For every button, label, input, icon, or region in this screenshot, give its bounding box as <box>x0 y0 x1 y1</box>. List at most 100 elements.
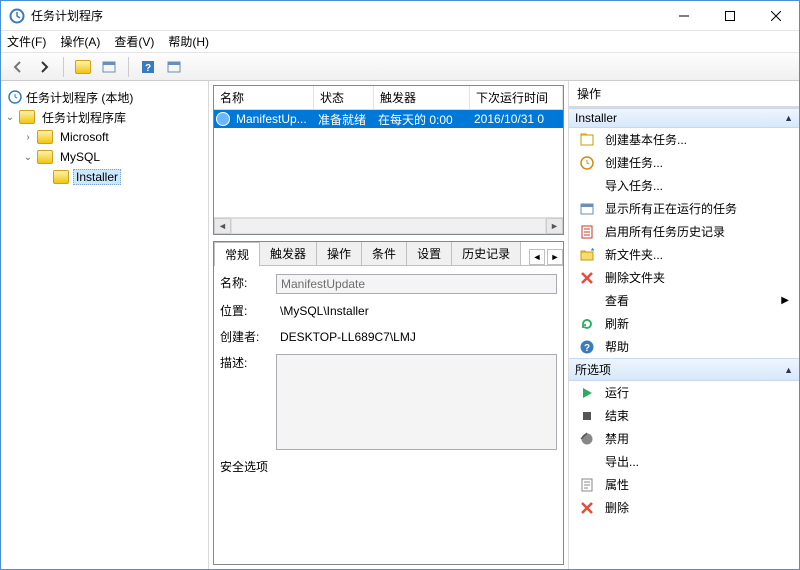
expand-icon[interactable]: › <box>21 132 35 143</box>
action-new-folder[interactable]: * 新文件夹... <box>569 243 799 266</box>
toolbar: ? <box>1 53 799 81</box>
tab-action[interactable]: 操作 <box>316 241 362 265</box>
task-icon <box>216 112 230 126</box>
tab-bar: 常规 触发器 操作 条件 设置 历史记录 ◄ ► <box>214 242 563 266</box>
col-trigger[interactable]: 触发器 <box>374 86 470 109</box>
section-installer[interactable]: Installer ▲ <box>569 108 799 128</box>
action-run[interactable]: 运行 <box>569 381 799 404</box>
location-label: 位置: <box>220 302 276 319</box>
action-disable[interactable]: 禁用 <box>569 427 799 450</box>
tab-cond[interactable]: 条件 <box>361 241 407 265</box>
task-icon <box>579 155 595 171</box>
running-icon <box>579 201 595 217</box>
tree-microsoft[interactable]: › Microsoft <box>3 127 206 147</box>
location-value: \MySQL\Installer <box>276 302 557 320</box>
tab-scroll-right-icon[interactable]: ► <box>547 249 563 265</box>
delete-icon <box>579 500 595 516</box>
col-name[interactable]: 名称 <box>214 86 314 109</box>
toolbar-separator <box>63 57 64 77</box>
play-icon <box>579 385 595 401</box>
creator-label: 创建者: <box>220 328 276 345</box>
desc-field[interactable] <box>276 354 557 450</box>
svg-text:?: ? <box>584 343 590 354</box>
name-field[interactable]: ManifestUpdate <box>276 274 557 294</box>
menu-view[interactable]: 查看(V) <box>114 33 154 50</box>
back-button[interactable] <box>7 56 29 78</box>
action-delete-folder[interactable]: 删除文件夹 <box>569 266 799 289</box>
scroll-left-icon[interactable]: ◄ <box>214 218 231 234</box>
tool-panel2-icon[interactable] <box>163 56 185 78</box>
collapse-icon[interactable]: ⌄ <box>21 152 35 163</box>
folder-icon <box>37 130 53 144</box>
clock-icon <box>7 89 23 105</box>
folder-icon <box>37 150 53 164</box>
tree-root[interactable]: 任务计划程序 (本地) <box>3 87 206 107</box>
task-row[interactable]: ManifestUp... 准备就绪 在每天的 0:00 2016/10/31 … <box>214 110 563 128</box>
action-create-basic[interactable]: 创建基本任务... <box>569 128 799 151</box>
task-list: 名称 状态 触发器 下次运行时间 ManifestUp... 准备就绪 在每天的… <box>213 85 564 235</box>
tool-panel-icon[interactable] <box>98 56 120 78</box>
action-import[interactable]: 导入任务... <box>569 174 799 197</box>
props-icon <box>579 477 595 493</box>
menu-action[interactable]: 操作(A) <box>60 33 100 50</box>
folder-new-icon: * <box>579 247 595 263</box>
name-label: 名称: <box>220 274 276 291</box>
action-help[interactable]: ? 帮助 <box>569 335 799 358</box>
folder-icon <box>53 170 69 184</box>
tool-folder-icon[interactable] <box>72 56 94 78</box>
action-create[interactable]: 创建任务... <box>569 151 799 174</box>
submenu-arrow-icon: ▶ <box>781 295 789 306</box>
horizontal-scrollbar[interactable]: ◄ ► <box>214 217 563 234</box>
app-icon <box>9 8 25 24</box>
center-pane: 名称 状态 触发器 下次运行时间 ManifestUp... 准备就绪 在每天的… <box>209 81 569 569</box>
action-refresh[interactable]: 刷新 <box>569 312 799 335</box>
tab-setting[interactable]: 设置 <box>406 241 452 265</box>
disable-icon <box>579 431 595 447</box>
window-title: 任务计划程序 <box>31 7 661 24</box>
close-button[interactable] <box>753 1 799 31</box>
collapse-section-icon[interactable]: ▲ <box>784 113 793 123</box>
help-icon: ? <box>579 339 595 355</box>
creator-value: DESKTOP-LL689C7\LMJ <box>276 328 557 346</box>
collapse-icon[interactable]: ⌄ <box>3 112 17 123</box>
action-delete[interactable]: 删除 <box>569 496 799 519</box>
scroll-right-icon[interactable]: ► <box>546 218 563 234</box>
folder-icon <box>19 110 35 124</box>
desc-label: 描述: <box>220 354 276 371</box>
history-icon <box>579 224 595 240</box>
col-next[interactable]: 下次运行时间 <box>470 86 563 109</box>
detail-body: 名称: ManifestUpdate 位置: \MySQL\Installer … <box>214 266 563 564</box>
menu-help[interactable]: 帮助(H) <box>168 33 209 50</box>
security-options-label: 安全选项 <box>220 458 557 475</box>
collapse-section-icon[interactable]: ▲ <box>784 365 793 375</box>
forward-button[interactable] <box>33 56 55 78</box>
tab-general[interactable]: 常规 <box>214 242 260 266</box>
refresh-icon <box>579 316 595 332</box>
tab-history[interactable]: 历史记录 <box>451 241 521 265</box>
action-view[interactable]: 查看 ▶ <box>569 289 799 312</box>
tree-library[interactable]: ⌄ 任务计划程序库 <box>3 107 206 127</box>
svg-text:?: ? <box>145 63 151 74</box>
export-icon <box>579 454 595 470</box>
menu-file[interactable]: 文件(F) <box>7 33 46 50</box>
action-end[interactable]: 结束 <box>569 404 799 427</box>
tab-scroll-left-icon[interactable]: ◄ <box>529 249 545 265</box>
action-show-running[interactable]: 显示所有正在运行的任务 <box>569 197 799 220</box>
list-header: 名称 状态 触发器 下次运行时间 <box>214 86 563 110</box>
svg-text:*: * <box>591 247 595 256</box>
action-props[interactable]: 属性 <box>569 473 799 496</box>
col-status[interactable]: 状态 <box>314 86 374 109</box>
tree-installer[interactable]: Installer <box>3 167 206 187</box>
action-enable-history[interactable]: 启用所有任务历史记录 <box>569 220 799 243</box>
menubar: 文件(F) 操作(A) 查看(V) 帮助(H) <box>1 31 799 53</box>
maximize-button[interactable] <box>707 1 753 31</box>
actions-title: 操作 <box>569 81 799 107</box>
view-icon <box>579 293 595 309</box>
minimize-button[interactable] <box>661 1 707 31</box>
tool-help-icon[interactable]: ? <box>137 56 159 78</box>
tab-trigger[interactable]: 触发器 <box>259 241 317 265</box>
tree-mysql[interactable]: ⌄ MySQL <box>3 147 206 167</box>
action-export[interactable]: 导出... <box>569 450 799 473</box>
detail-panel: 常规 触发器 操作 条件 设置 历史记录 ◄ ► 名称: ManifestUpd… <box>213 241 564 565</box>
section-selected[interactable]: 所选项 ▲ <box>569 358 799 381</box>
